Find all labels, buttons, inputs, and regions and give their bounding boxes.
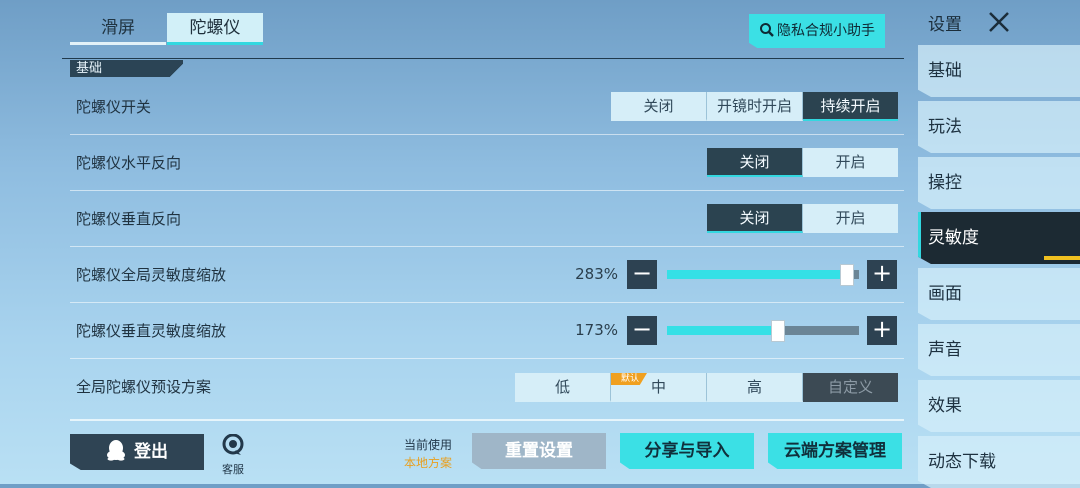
vertical-invert-segmented: 关闭 开启: [707, 204, 898, 233]
customer-service-button[interactable]: 客服: [214, 433, 252, 477]
preset-custom[interactable]: 自定义: [803, 373, 898, 402]
logout-button[interactable]: 登出: [70, 434, 204, 470]
sidebar-item-dynamic-download[interactable]: 动态下载: [918, 436, 1080, 488]
global-scale-slider-track[interactable]: [667, 270, 859, 279]
vertical-scale-slider-track[interactable]: [667, 326, 859, 335]
global-scale-minus-button[interactable]: −: [627, 260, 657, 289]
search-icon: [760, 22, 774, 37]
penguin-icon: [107, 440, 125, 461]
reset-settings-button[interactable]: 重置设置: [472, 433, 606, 469]
share-import-button[interactable]: 分享与导入: [620, 433, 754, 469]
gyro-switch-segmented: 关闭 开镜时开启 持续开启: [611, 92, 898, 121]
section-header-decoration: [167, 60, 183, 77]
tab-slide[interactable]: 滑屏: [70, 13, 166, 43]
sidebar-item-effects[interactable]: 效果: [918, 380, 1080, 432]
current-scheme-label: 当前使用: [403, 438, 452, 452]
row-gyro-preset: 全局陀螺仪预设方案 低 默认 中 高 自定义: [70, 359, 904, 415]
row-gyro-horizontal-invert: 陀螺仪水平反向 关闭 开启: [70, 135, 904, 191]
row-gyro-switch: 陀螺仪开关 关闭 开镜时开启 持续开启: [70, 79, 904, 135]
settings-title: 设置: [928, 15, 962, 35]
default-badge: 默认: [611, 373, 647, 385]
logout-label: 登出: [134, 442, 168, 462]
row-label: 陀螺仪垂直反向: [76, 210, 182, 228]
row-vertical-sensitivity-scale: 陀螺仪垂直灵敏度缩放 173% − +: [70, 303, 904, 359]
tab-gyro[interactable]: 陀螺仪: [167, 13, 263, 43]
sidebar-item-sensitivity[interactable]: 灵敏度: [918, 212, 1080, 264]
vertical-scale-plus-button[interactable]: +: [867, 316, 897, 345]
option-off[interactable]: 关闭: [611, 92, 707, 121]
close-icon[interactable]: [987, 10, 1011, 34]
preset-segmented: 低 默认 中 高 自定义: [515, 373, 898, 402]
section-header: 基础: [70, 60, 182, 77]
option-on[interactable]: 开启: [803, 204, 898, 233]
preset-medium[interactable]: 默认 中: [611, 373, 707, 402]
global-scale-slider-thumb[interactable]: [840, 264, 855, 286]
horizontal-invert-segmented: 关闭 开启: [707, 148, 898, 177]
row-label: 陀螺仪水平反向: [76, 154, 182, 172]
vertical-scale-slider-thumb[interactable]: [771, 320, 786, 342]
bottom-divider: [70, 419, 904, 421]
sidebar-item-controls[interactable]: 操控: [918, 157, 1080, 209]
vertical-scale-value: 173%: [575, 321, 618, 339]
vertical-scale-minus-button[interactable]: −: [627, 316, 657, 345]
customer-service-label: 客服: [222, 463, 244, 476]
privacy-assistant-label: 隐私合规小助手: [777, 23, 875, 39]
global-scale-slider-fill: [667, 270, 848, 279]
current-scheme: 当前使用 本地方案: [390, 436, 466, 472]
tab-gyro-underline: [167, 42, 263, 45]
row-label: 陀螺仪全局灵敏度缩放: [76, 266, 227, 284]
option-off[interactable]: 关闭: [707, 204, 803, 233]
preset-low[interactable]: 低: [515, 373, 611, 402]
option-scope-on[interactable]: 开镜时开启: [707, 92, 803, 121]
headset-icon: [222, 433, 244, 455]
option-on[interactable]: 开启: [803, 148, 898, 177]
vertical-scale-slider-fill: [667, 326, 779, 335]
row-label: 全局陀螺仪预设方案: [76, 378, 212, 396]
global-scale-plus-button[interactable]: +: [867, 260, 897, 289]
cloud-scheme-button[interactable]: 云端方案管理: [768, 433, 902, 469]
current-scheme-value: 本地方案: [403, 456, 452, 470]
sidebar-item-gameplay[interactable]: 玩法: [918, 101, 1080, 153]
tab-slide-underline: [70, 42, 166, 45]
row-label: 陀螺仪垂直灵敏度缩放: [76, 322, 227, 340]
preset-medium-label: 中: [650, 378, 666, 396]
sidebar-item-basic[interactable]: 基础: [918, 45, 1080, 97]
option-off[interactable]: 关闭: [707, 148, 803, 177]
sidebar-item-graphics[interactable]: 画面: [918, 268, 1080, 320]
row-global-sensitivity-scale: 陀螺仪全局灵敏度缩放 283% − +: [70, 247, 904, 303]
row-gyro-vertical-invert: 陀螺仪垂直反向 关闭 开启: [70, 191, 904, 247]
global-scale-value: 283%: [575, 265, 618, 283]
option-always-on[interactable]: 持续开启: [803, 92, 898, 121]
row-label: 陀螺仪开关: [76, 98, 152, 116]
privacy-assistant-button[interactable]: 隐私合规小助手: [749, 14, 885, 48]
preset-high[interactable]: 高: [707, 373, 803, 402]
sidebar-item-sound[interactable]: 声音: [918, 324, 1080, 376]
section-divider: [62, 58, 904, 59]
